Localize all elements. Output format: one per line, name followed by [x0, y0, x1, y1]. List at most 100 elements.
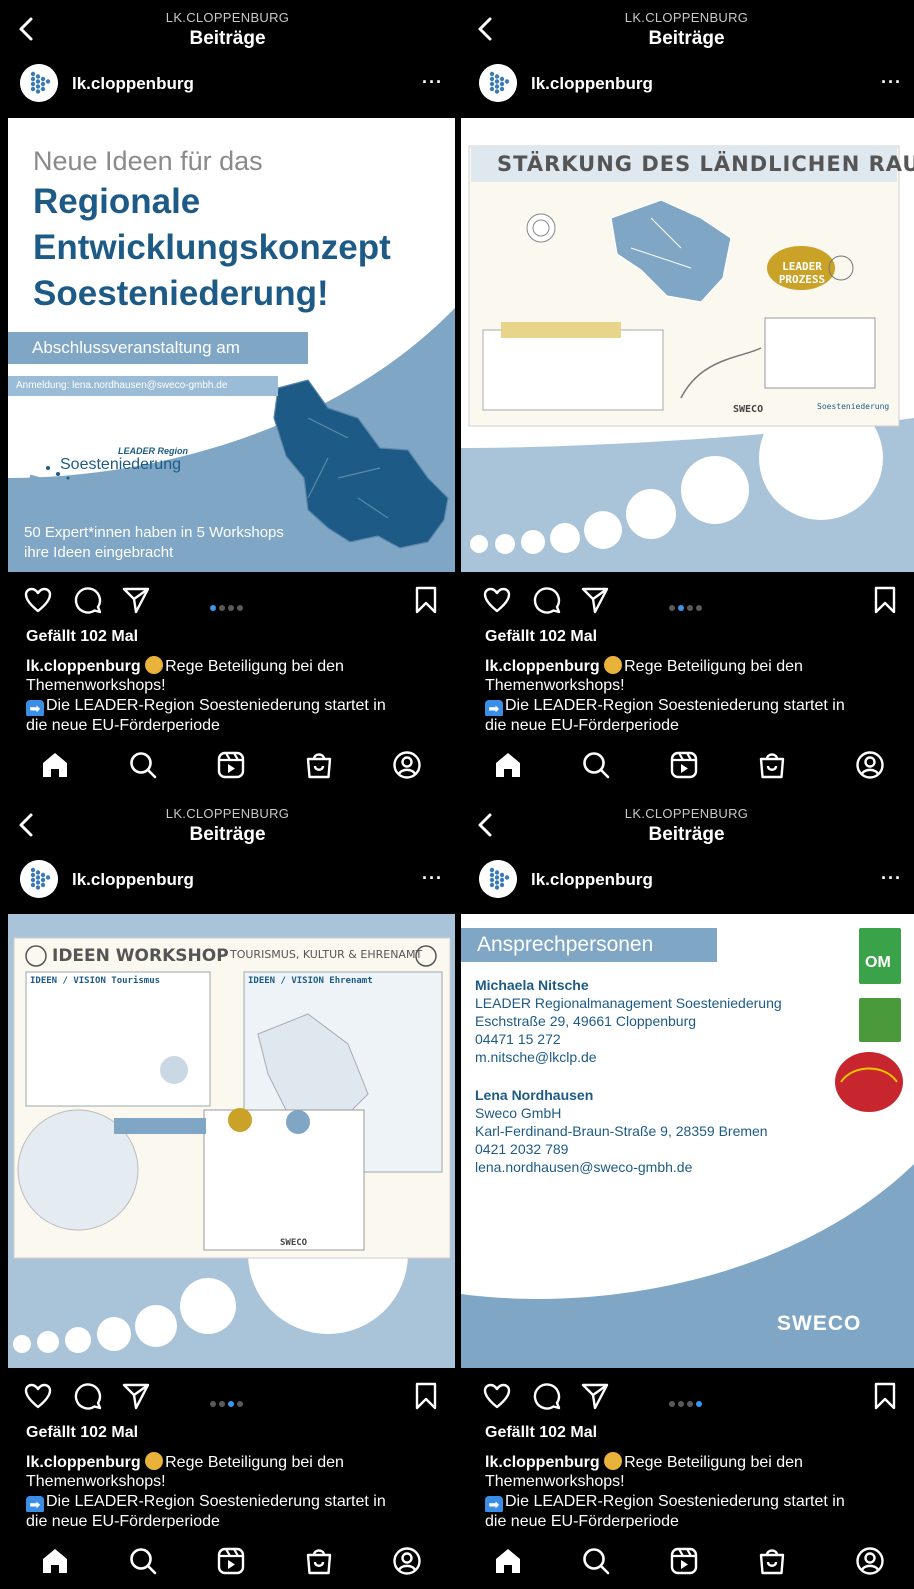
bookmark-icon[interactable] [869, 1380, 901, 1412]
like-count[interactable]: Gefällt 102 Mal [26, 628, 138, 646]
page-title: Beiträge [648, 28, 725, 49]
shop-icon[interactable] [755, 748, 789, 782]
home-icon[interactable] [38, 1544, 72, 1578]
more-options-icon[interactable]: ··· [422, 72, 443, 93]
post-image[interactable]: Neue Ideen für das Regionale Entwicklung… [8, 118, 455, 572]
profile-icon[interactable] [853, 1544, 887, 1578]
caption-line-1: Rege Beteiligung bei den [624, 1454, 803, 1471]
region-label: Soesteniederung [817, 402, 890, 411]
post-username[interactable]: lk.cloppenburg [72, 870, 194, 890]
bookmark-icon[interactable] [410, 584, 442, 616]
post-username[interactable]: lk.cloppenburg [72, 74, 194, 94]
share-icon[interactable] [579, 584, 611, 616]
shop-icon[interactable] [302, 1544, 336, 1578]
slide-background [461, 118, 914, 572]
person-emoji-icon [145, 1452, 164, 1470]
heart-icon[interactable] [481, 1380, 513, 1412]
action-bar [459, 582, 914, 622]
heart-icon[interactable] [481, 584, 513, 616]
search-icon[interactable] [579, 1544, 613, 1578]
avatar[interactable] [479, 64, 517, 102]
contact-2-line-1: Sweco GmbH [475, 1105, 562, 1121]
comment-icon[interactable] [72, 1380, 104, 1412]
reels-icon[interactable] [214, 748, 248, 782]
bookmark-icon[interactable] [410, 1380, 442, 1412]
caption-line-4: die neue EU-Förderperiode [485, 717, 679, 732]
sketch-title: IDEEN WORKSHOP [52, 946, 229, 966]
heart-icon[interactable] [22, 584, 54, 616]
like-count[interactable]: Gefällt 102 Mal [485, 1424, 597, 1442]
reels-icon[interactable] [214, 1544, 248, 1578]
carousel-dot [678, 605, 684, 611]
arrow-emoji-icon: ➡ [26, 1496, 44, 1512]
slide-subheading: Neue Ideen für das [33, 146, 263, 176]
more-options-icon[interactable]: ··· [881, 72, 902, 93]
reels-icon[interactable] [667, 748, 701, 782]
avatar[interactable] [20, 64, 58, 102]
account-name-upper: LK.CLOPPENBURG [165, 806, 290, 821]
post-screen-1: LK.CLOPPENBURG Beiträge lk.cloppenburg ·… [0, 0, 455, 793]
avatar[interactable] [479, 860, 517, 898]
like-count[interactable]: Gefällt 102 Mal [26, 1424, 138, 1442]
shop-icon[interactable] [755, 1544, 789, 1578]
caption-line-4: die neue EU-Förderperiode [26, 717, 220, 732]
home-icon[interactable] [491, 1544, 525, 1578]
post-username[interactable]: lk.cloppenburg [531, 74, 653, 94]
comment-icon[interactable] [531, 584, 563, 616]
slide-footer-1: 50 Expert*innen haben in 5 Workshops [24, 524, 284, 541]
carousel-indicator [669, 1394, 719, 1407]
more-options-icon[interactable]: ··· [422, 868, 443, 889]
home-icon[interactable] [38, 748, 72, 782]
shop-icon[interactable] [302, 748, 336, 782]
bottom-tab-bar [0, 1534, 455, 1589]
post-header: lk.cloppenburg ··· [459, 64, 914, 108]
caption-line-4: die neue EU-Förderperiode [485, 1513, 679, 1528]
heart-icon[interactable] [22, 1380, 54, 1412]
share-icon[interactable] [579, 1380, 611, 1412]
reels-icon[interactable] [667, 1544, 701, 1578]
account-name-upper: LK.CLOPPENBURG [624, 806, 749, 821]
carousel-indicator [669, 598, 719, 611]
contact-2-line-4: lena.nordhausen@sweco-gmbh.de [475, 1159, 693, 1175]
carousel-dot [687, 1401, 693, 1407]
caption-username[interactable]: lk.cloppenburg [485, 658, 600, 675]
caption-username[interactable]: lk.cloppenburg [26, 1454, 141, 1471]
contacts-band: Ansprechpersonen [461, 928, 717, 962]
post-image[interactable]: Ansprechpersonen OM Michaela Nitsche LEA… [461, 914, 914, 1368]
caption: lk.cloppenburg Rege Beteiligung bei den … [0, 656, 455, 732]
search-icon[interactable] [126, 748, 160, 782]
bookmark-icon[interactable] [869, 584, 901, 616]
comment-icon[interactable] [531, 1380, 563, 1412]
post-screen-3: LK.CLOPPENBURG Beiträge lk.cloppenburg ·… [0, 796, 455, 1589]
post-header: lk.cloppenburg ··· [0, 64, 455, 108]
share-icon[interactable] [120, 584, 152, 616]
home-icon[interactable] [491, 748, 525, 782]
more-options-icon[interactable]: ··· [881, 868, 902, 889]
leader-prozess-label: LEADER PROZESS [778, 260, 826, 286]
caption-username[interactable]: lk.cloppenburg [26, 658, 141, 675]
top-bar: LK.CLOPPENBURG Beiträge [459, 796, 914, 856]
like-count[interactable]: Gefällt 102 Mal [485, 628, 597, 646]
carousel-dot [687, 605, 693, 611]
comment-icon[interactable] [72, 584, 104, 616]
post-image[interactable]: STÄRKUNG DES LÄNDLICHEN RAUMES LEADER PR… [461, 118, 914, 572]
carousel-dot [219, 1401, 225, 1407]
person-emoji-icon [604, 656, 623, 674]
avatar[interactable] [20, 860, 58, 898]
carousel-dot [669, 1401, 675, 1407]
carousel-dot [696, 1401, 702, 1407]
post-image[interactable]: IDEEN WORKSHOP TOURISMUS, KULTUR & EHREN… [8, 914, 455, 1368]
carousel-dot [228, 1401, 234, 1407]
profile-icon[interactable] [853, 748, 887, 782]
profile-icon[interactable] [390, 1544, 424, 1578]
person-emoji-icon [145, 656, 164, 674]
search-icon[interactable] [579, 748, 613, 782]
search-icon[interactable] [126, 1544, 160, 1578]
share-icon[interactable] [120, 1380, 152, 1412]
account-name-upper: LK.CLOPPENBURG [624, 10, 749, 25]
caption-line-4: die neue EU-Förderperiode [26, 1513, 220, 1528]
caption-username[interactable]: lk.cloppenburg [485, 1454, 600, 1471]
bottom-tab-bar [459, 738, 914, 793]
profile-icon[interactable] [390, 748, 424, 782]
post-username[interactable]: lk.cloppenburg [531, 870, 653, 890]
